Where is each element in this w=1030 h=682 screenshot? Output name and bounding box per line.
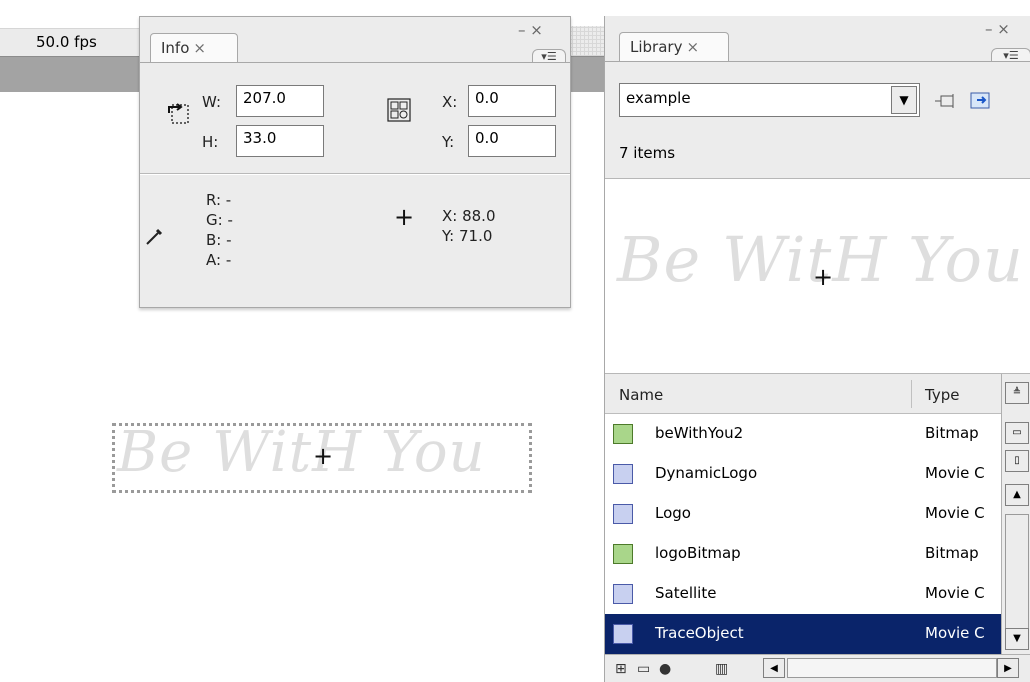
info-panel: Info × – × ▾☰ W: 207.0 H: 33.0 X: 0.0 Y: … — [139, 16, 571, 308]
trash-icon[interactable]: ▥ — [715, 661, 728, 677]
scroll-right-icon[interactable]: ▶ — [997, 658, 1019, 678]
tab-library[interactable]: Library × — [619, 32, 729, 62]
item-type: Bitmap — [925, 424, 979, 442]
column-separator[interactable] — [911, 380, 912, 408]
cursor-position-icon: + — [394, 203, 415, 231]
item-type: Movie C — [925, 504, 985, 522]
movieclip-icon — [613, 504, 633, 524]
panel-border — [140, 62, 570, 63]
column-type[interactable]: Type — [925, 386, 959, 404]
column-header: Name Type — [605, 374, 1001, 414]
panel-border — [605, 61, 1030, 62]
new-folder-icon[interactable]: ▭ — [637, 661, 650, 677]
panel-menu-icon[interactable]: ▾☰ — [532, 49, 566, 63]
sort-icon[interactable]: ≜ — [1005, 382, 1029, 404]
column-name[interactable]: Name — [619, 386, 663, 404]
stage-logo-text: Be WitH You — [117, 420, 486, 485]
registration-point-icon: + — [313, 442, 334, 470]
scroll-up-icon[interactable]: ▲ — [1005, 484, 1029, 506]
document-select[interactable]: example — [619, 83, 920, 117]
library-panel: Library × – × ▾☰ example ▼ 7 items Be Wit… — [604, 16, 1030, 682]
new-symbol-icon[interactable]: ⊞ — [615, 661, 627, 677]
stage-selected-logo[interactable]: Be WitH You + — [112, 420, 532, 493]
list-item[interactable]: logoBitmap Bitmap — [605, 534, 1001, 574]
divider-highlight — [140, 174, 570, 175]
w-label: W: — [202, 93, 222, 111]
green-readout: G: - — [206, 211, 233, 229]
chevron-down-icon[interactable]: ▼ — [891, 86, 917, 114]
alpha-readout: A: - — [206, 251, 232, 269]
list-item[interactable]: beWithYou2 Bitmap — [605, 414, 1001, 454]
red-readout: R: - — [206, 191, 232, 209]
scrollbar-thumb[interactable] — [1005, 514, 1029, 644]
panel-menu-icon[interactable]: ▾☰ — [991, 48, 1030, 62]
blue-readout: B: - — [206, 231, 232, 249]
pin-icon[interactable] — [935, 90, 959, 112]
bitmap-icon — [613, 424, 633, 444]
h-label: H: — [202, 133, 219, 151]
list-item[interactable]: DynamicLogo Movie C — [605, 454, 1001, 494]
x-label: X: — [442, 93, 458, 111]
window-controls[interactable]: – × — [518, 21, 543, 39]
close-icon[interactable]: × — [193, 39, 206, 57]
list-item-selected[interactable]: TraceObject Movie C — [605, 614, 1001, 654]
properties-icon[interactable]: ● — [659, 661, 671, 677]
item-type: Bitmap — [925, 544, 979, 562]
item-name: TraceObject — [655, 624, 744, 642]
tab-info-label: Info — [161, 39, 190, 57]
narrow-view-icon[interactable]: ▯ — [1005, 450, 1029, 472]
movieclip-icon — [613, 584, 633, 604]
new-library-panel-icon[interactable] — [969, 90, 993, 112]
horizontal-scrollbar[interactable] — [787, 658, 997, 678]
item-name: logoBitmap — [655, 544, 741, 562]
preview-pane: Be WitH You + — [605, 178, 1030, 374]
tab-library-label: Library — [630, 38, 683, 56]
library-list: beWithYou2 Bitmap DynamicLogo Movie C Lo… — [605, 414, 1001, 654]
item-name: DynamicLogo — [655, 464, 758, 482]
movieclip-icon — [613, 624, 633, 644]
y-field[interactable]: 0.0 — [468, 125, 556, 157]
cursor-x-readout: X: 88.0 — [442, 207, 496, 225]
list-item[interactable]: Satellite Movie C — [605, 574, 1001, 614]
list-item[interactable]: Logo Movie C — [605, 494, 1001, 534]
item-count: 7 items — [619, 144, 676, 162]
eyedropper-icon — [146, 228, 163, 245]
scroll-left-icon[interactable]: ◀ — [763, 658, 785, 678]
size-icon — [168, 103, 189, 124]
fps-readout: 50.0 fps — [36, 33, 97, 51]
item-name: Satellite — [655, 584, 717, 602]
registration-grid-icon[interactable] — [386, 97, 412, 123]
window-controls[interactable]: – × — [985, 20, 1010, 38]
bitmap-icon — [613, 544, 633, 564]
close-icon[interactable]: × — [686, 38, 699, 56]
item-type: Movie C — [925, 624, 985, 642]
item-type: Movie C — [925, 464, 985, 482]
item-name: beWithYou2 — [655, 424, 744, 442]
timeline-frames[interactable] — [568, 26, 608, 56]
movieclip-icon — [613, 464, 633, 484]
tab-info[interactable]: Info × — [150, 33, 238, 63]
scroll-down-icon[interactable]: ▼ — [1005, 628, 1029, 650]
width-field[interactable]: 207.0 — [236, 85, 324, 117]
wide-view-icon[interactable]: ▭ — [1005, 422, 1029, 444]
item-type: Movie C — [925, 584, 985, 602]
y-label: Y: — [442, 133, 455, 151]
x-field[interactable]: 0.0 — [468, 85, 556, 117]
item-name: Logo — [655, 504, 691, 522]
cursor-y-readout: Y: 71.0 — [442, 227, 493, 245]
height-field[interactable]: 33.0 — [236, 125, 324, 157]
preview-registration-icon: + — [813, 263, 834, 291]
